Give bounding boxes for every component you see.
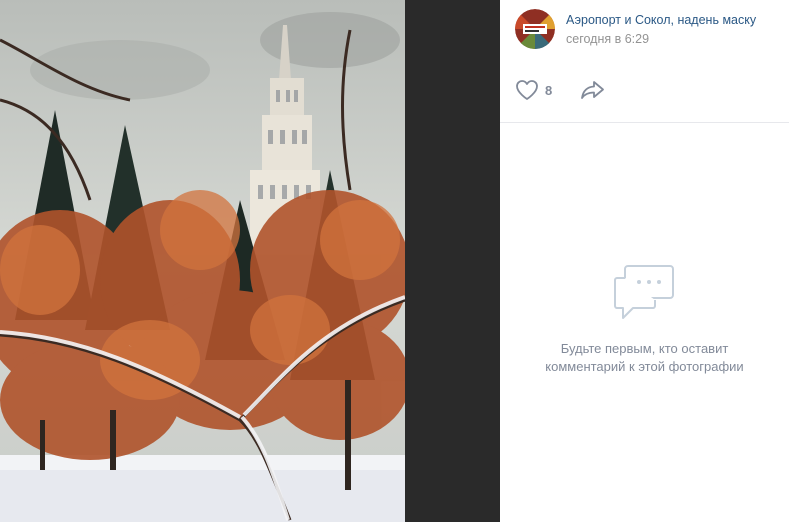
post-author: Аэропорт и Сокол, надень маску сегодня в… [515, 9, 789, 49]
empty-comments-line-1: Будьте первым, кто оставит [560, 341, 729, 356]
community-avatar[interactable] [515, 9, 555, 49]
empty-comments-text: Будьте первым, кто оставит комментарий к… [500, 340, 789, 376]
share-arrow-icon [581, 81, 604, 99]
empty-comments-line-2: комментарий к этой фотографии [545, 359, 744, 374]
post-actions: 8 [500, 66, 789, 123]
photo-viewer [0, 0, 500, 522]
photo-winter-park-tower[interactable] [0, 0, 405, 522]
heart-icon [516, 80, 538, 100]
comments-bubble-icon [613, 265, 674, 319]
empty-comments: Будьте первым, кто оставит комментарий к… [500, 264, 789, 376]
like-count: 8 [545, 82, 553, 98]
post-time[interactable]: сегодня в 6:29 [566, 32, 649, 46]
like-button[interactable]: 8 [515, 78, 552, 102]
share-button[interactable] [579, 78, 607, 102]
author-name-link[interactable]: Аэропорт и Сокол, надень маску [566, 13, 756, 27]
community-avatar-logo-icon [515, 9, 555, 49]
photo-sidebar: Аэропорт и Сокол, надень маску сегодня в… [500, 0, 789, 522]
